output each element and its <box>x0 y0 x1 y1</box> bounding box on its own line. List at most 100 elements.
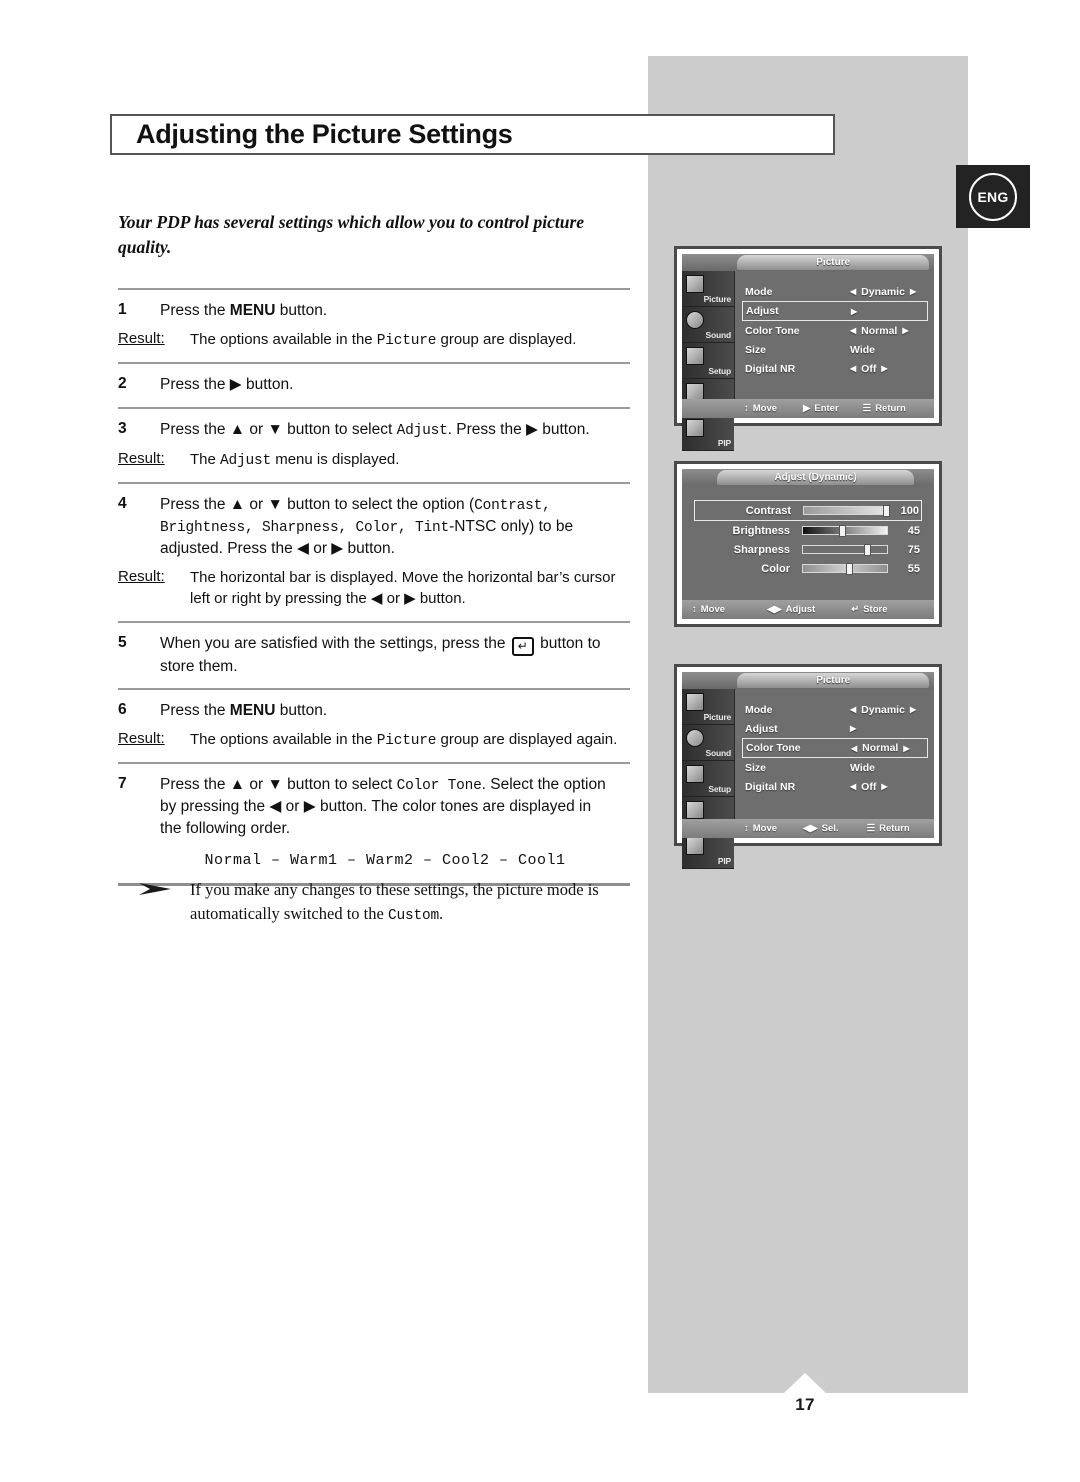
right-arrow-icon: ▶ <box>909 287 917 296</box>
sidebar-item-pip[interactable]: PIP <box>682 833 734 869</box>
slider-knob[interactable] <box>864 544 871 556</box>
step-text: Press the MENU button. <box>160 700 630 721</box>
updown-arrow-icon: ↕ <box>744 823 749 834</box>
menu-icon: ☰ <box>866 823 876 834</box>
menu-row-value: ◀ Normal ▶ <box>850 325 909 337</box>
footer-label: Move <box>700 604 726 615</box>
left-arrow-icon: ◀ <box>850 782 857 791</box>
step-number: 2 <box>118 375 127 393</box>
custom-keyword: Custom <box>387 907 439 924</box>
adjust-row-value: 55 <box>907 562 920 575</box>
result-pre: The options available in the <box>190 331 377 349</box>
pip-icon <box>686 419 704 437</box>
right-arrow-icon: ▶ <box>903 743 910 753</box>
slider-knob[interactable] <box>846 563 853 575</box>
footer-enter[interactable]: ▶ Enter <box>803 403 839 414</box>
step-text-mid2: button to select <box>282 420 397 438</box>
menu-row-value-text: Off <box>861 780 877 793</box>
sidebar-item-sound[interactable]: Sound <box>682 307 734 343</box>
step-number: 3 <box>118 419 127 437</box>
menu-row-adjust[interactable]: Adjust ▶ <box>742 719 928 738</box>
footer-label: Move <box>752 823 778 834</box>
menu-row-digital-nr[interactable]: Digital NR ◀ Off ▶ <box>742 359 928 378</box>
footer-return[interactable]: ☰ Return <box>863 403 906 414</box>
slider-knob[interactable] <box>839 525 846 537</box>
sidebar-item-setup[interactable]: Setup <box>682 343 734 379</box>
sidebar-item-pip[interactable]: PIP <box>682 415 734 451</box>
color-slider[interactable] <box>802 563 888 575</box>
menu-row-adjust[interactable]: Adjust ▶ <box>742 301 928 321</box>
note-text-post: . <box>438 903 444 923</box>
menu-row-size[interactable]: Size Wide <box>742 340 928 359</box>
adjust-row-value: 100 <box>900 504 919 517</box>
footer-adjust[interactable]: ◀▶ Adjust <box>767 604 815 615</box>
leftright-arrow-icon: ◀▶ <box>803 823 818 834</box>
footer-label: Adjust <box>785 604 816 615</box>
osd-titlebar: Adjust (Dynamic) <box>682 469 934 486</box>
footer-return[interactable]: ☰ Return <box>867 823 910 834</box>
result-label: Result: <box>118 730 165 748</box>
footer-move[interactable]: ↕ Move <box>692 604 725 615</box>
osd-menu: Mode ◀ Dynamic ▶ Adjust ▶ Color Tone ◀ Norm… <box>734 689 934 819</box>
menu-row-color-tone[interactable]: Color Tone ◀ Normal ▶ <box>742 738 928 758</box>
menu-row-label: Mode <box>745 703 773 716</box>
slider-knob[interactable] <box>883 505 890 517</box>
footer-label: Return <box>875 403 906 414</box>
contrast-slider[interactable] <box>803 505 890 517</box>
step-text-line2-post: -NTSC only) to be <box>449 517 574 535</box>
right-arrow-icon: ▶ <box>229 376 242 394</box>
note-arrow-icon <box>138 878 190 927</box>
brightness-slider[interactable] <box>802 525 888 537</box>
step-7: 7 Press the ▲ or ▼ button to select Colo… <box>118 764 630 882</box>
leftright-arrow-icon: ◀▶ <box>767 604 782 615</box>
menu-row-color-tone[interactable]: Color Tone ◀ Normal ▶ <box>742 321 928 340</box>
step-1: 1 Press the MENU button. Result: The opt… <box>118 290 630 362</box>
enter-key-icon: ↵ <box>511 636 534 656</box>
page-title-box: Adjusting the Picture Settings <box>110 114 835 155</box>
menu-row-value-text: Dynamic <box>861 703 905 716</box>
osd-screenshot-picture-menu: Picture Picture Sound Setup Function PIP… <box>674 246 942 451</box>
step-text-post: button. <box>275 302 328 319</box>
menu-row-size[interactable]: Size Wide <box>742 758 928 777</box>
sidebar-item-sound[interactable]: Sound <box>682 725 734 761</box>
menu-row-value: ▶ <box>851 307 857 316</box>
result-pre: The options available in the <box>190 731 377 749</box>
adjust-row-contrast[interactable]: Contrast 100 <box>694 500 922 521</box>
menu-row-mode[interactable]: Mode ◀ Dynamic ▶ <box>742 700 928 719</box>
menu-row-label: Color Tone <box>745 324 800 337</box>
footer-move[interactable]: ↕ Move <box>744 823 777 834</box>
picture-icon <box>686 275 704 293</box>
left-arrow-icon: ◀ <box>850 287 857 296</box>
sharpness-slider[interactable] <box>802 544 888 556</box>
step-number: 4 <box>118 494 127 512</box>
menu-row-label: Size <box>745 761 767 774</box>
menu-row-value-text: Wide <box>850 761 875 774</box>
menu-row-digital-nr[interactable]: Digital NR ◀ Off ▶ <box>742 777 928 796</box>
footer-move[interactable]: ↕ Move <box>744 403 777 414</box>
step-text-line1: Press the ▲ or ▼ button to select <box>160 776 397 794</box>
osd-footer: ↕ Move ▶ Enter ☰ Return <box>682 399 934 418</box>
osd-footer: ↕ Move ◀▶ Adjust ↵ Store <box>682 600 934 619</box>
speaker-icon <box>686 311 704 329</box>
sidebar-item-picture[interactable]: Picture <box>682 689 734 725</box>
step-text-pre: Press the <box>160 302 230 319</box>
menu-row-value: ◀ Dynamic ▶ <box>850 704 916 716</box>
osd-screenshot-adjust-menu: Adjust (Dynamic) Contrast 100 Brightness <box>674 461 942 627</box>
osd-footer: ↕ Move ◀▶ Sel. ☰ Return <box>682 819 934 838</box>
footer-store[interactable]: ↵ Store <box>851 604 887 615</box>
adjust-row-brightness[interactable]: Brightness 45 <box>694 521 922 540</box>
menu-row-value-text: Normal <box>862 742 899 754</box>
menu-button-keyword: MENU <box>229 302 276 319</box>
adjust-row-sharpness[interactable]: Sharpness 75 <box>694 540 922 559</box>
left-arrow-icon: ◀ <box>850 705 857 714</box>
left-arrow-icon: ◀ <box>851 743 858 753</box>
sidebar-item-picture[interactable]: Picture <box>682 271 734 307</box>
menu-row-value: ▶ <box>850 724 856 733</box>
step-text: Press the ▶ button. <box>160 374 630 395</box>
step-text: Press the ▲ or ▼ button to select the op… <box>160 494 630 559</box>
sidebar-item-setup[interactable]: Setup <box>682 761 734 797</box>
menu-row-mode[interactable]: Mode ◀ Dynamic ▶ <box>742 282 928 301</box>
right-arrow-icon: ▶ <box>902 326 909 335</box>
adjust-row-color[interactable]: Color 55 <box>694 559 922 578</box>
footer-select[interactable]: ◀▶ Sel. <box>803 823 839 834</box>
